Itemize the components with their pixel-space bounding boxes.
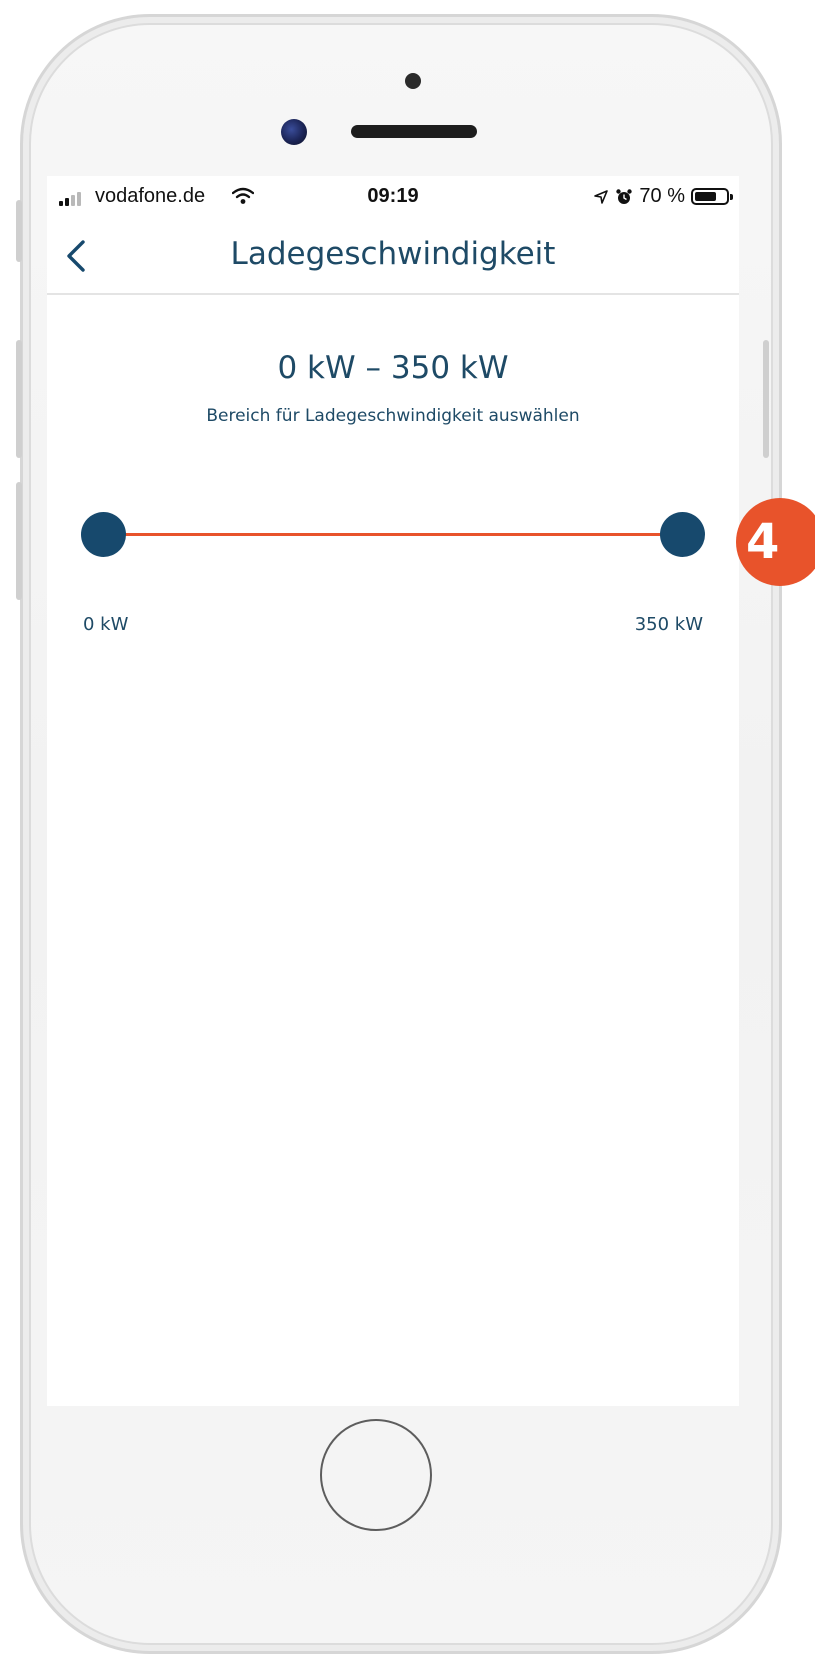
slider-min-label: 0 kW bbox=[83, 614, 129, 635]
slider-thumb-min[interactable] bbox=[81, 512, 126, 557]
chevron-left-icon bbox=[67, 240, 85, 272]
battery-tip bbox=[730, 194, 733, 200]
stage: vodafone.de 09:19 70 % Ladegeschwindigke… bbox=[0, 0, 815, 1658]
page-title: Ladegeschwindigkeit bbox=[230, 236, 556, 272]
proximity-sensor bbox=[281, 119, 307, 145]
range-value: 0 kW – 350 kW bbox=[277, 350, 509, 386]
range-slider[interactable] bbox=[81, 511, 705, 559]
battery-level bbox=[695, 192, 716, 201]
back-button[interactable] bbox=[59, 234, 93, 278]
mute-switch bbox=[16, 200, 22, 262]
earpiece-speaker bbox=[351, 125, 477, 138]
slider-thumb-max[interactable] bbox=[660, 512, 705, 557]
front-camera bbox=[405, 73, 421, 89]
nav-bar: Ladegeschwindigkeit bbox=[47, 220, 739, 295]
wifi-icon bbox=[232, 187, 254, 204]
screen: vodafone.de 09:19 70 % Ladegeschwindigke… bbox=[47, 176, 739, 1406]
slider-max-label: 350 kW bbox=[634, 614, 703, 635]
step-number-badge: 4 bbox=[736, 498, 815, 586]
battery-percent: 70 % bbox=[639, 185, 685, 207]
status-bar: vodafone.de 09:19 70 % bbox=[47, 176, 739, 220]
power-button bbox=[763, 340, 769, 458]
volume-up-button bbox=[16, 340, 22, 458]
home-button[interactable] bbox=[320, 1419, 432, 1531]
alarm-icon bbox=[616, 188, 633, 204]
range-hint: Bereich für Ladegeschwindigkeit auswähle… bbox=[206, 406, 580, 426]
slider-fill bbox=[103, 533, 683, 536]
volume-down-button bbox=[16, 482, 22, 600]
signal-icon bbox=[59, 190, 81, 206]
carrier-name: vodafone.de bbox=[95, 185, 206, 207]
status-right-group: 70 % bbox=[593, 185, 733, 208]
location-arrow-icon bbox=[594, 189, 609, 204]
battery-icon bbox=[691, 188, 733, 205]
